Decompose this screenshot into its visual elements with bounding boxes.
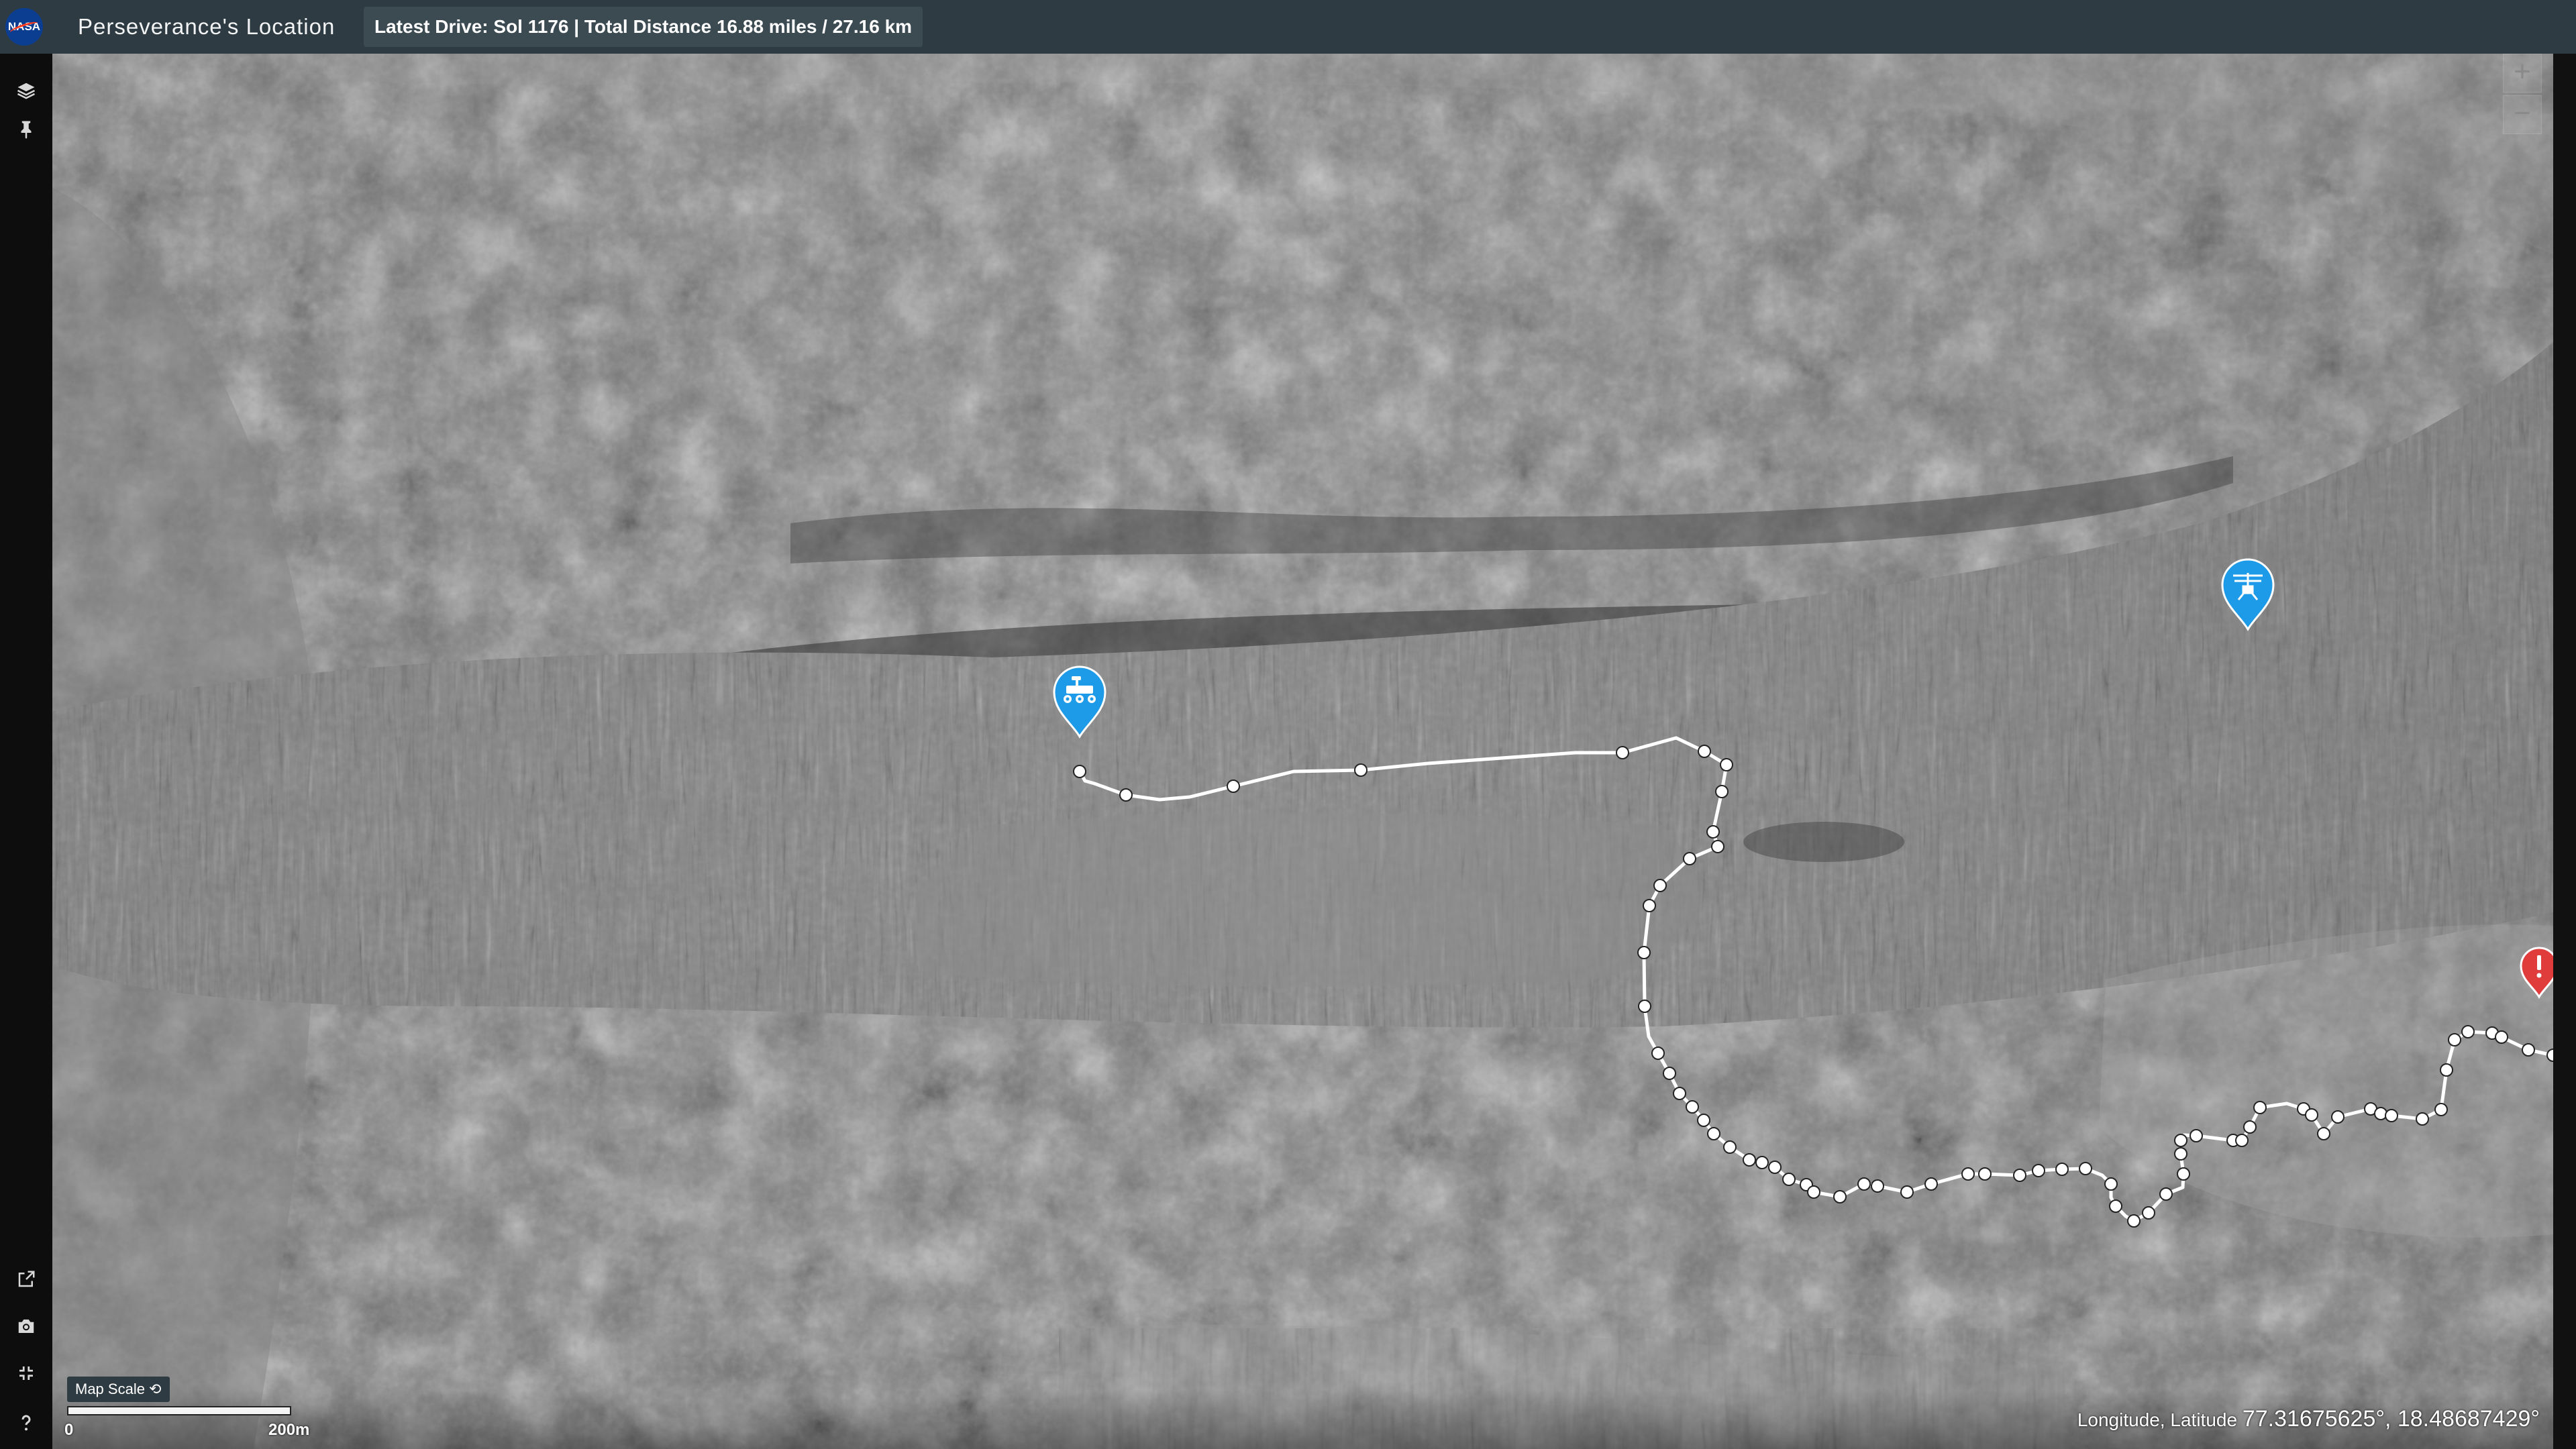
- traverse-waypoint[interactable]: [2385, 1109, 2398, 1122]
- zoom-in-button[interactable]: +: [2503, 54, 2542, 93]
- pin-icon: [21, 121, 32, 139]
- traverse-waypoint[interactable]: [2305, 1108, 2318, 1122]
- mars-terrain-imagery: [52, 54, 2553, 1449]
- coordinate-label: Longitude, Latitude: [2077, 1409, 2238, 1430]
- traverse-waypoint[interactable]: [1651, 1046, 1665, 1060]
- traverse-waypoint[interactable]: [1653, 879, 1667, 892]
- traverse-waypoint[interactable]: [1683, 852, 1696, 865]
- traverse-waypoint[interactable]: [1807, 1185, 1820, 1199]
- coordinate-value: 77.31675625°, 18.48687429°: [2242, 1406, 2540, 1432]
- traverse-waypoint[interactable]: [1686, 1100, 1699, 1114]
- map-view[interactable]: + −: [52, 54, 2553, 1449]
- traverse-waypoint[interactable]: [2079, 1162, 2092, 1175]
- traverse-waypoint[interactable]: [2461, 1025, 2475, 1038]
- map-scale-button[interactable]: Map Scale ⟲: [67, 1377, 170, 1402]
- traverse-waypoint[interactable]: [1698, 745, 1711, 758]
- traverse-waypoint[interactable]: [2104, 1177, 2118, 1191]
- top-bar: NASA Perseverance's Location Latest Driv…: [0, 0, 2576, 54]
- fullscreen-button[interactable]: [9, 1356, 43, 1390]
- latest-drive-info: Latest Drive: Sol 1176 | Total Distance …: [364, 7, 923, 47]
- traverse-waypoint[interactable]: [1227, 780, 1240, 793]
- nasa-logo[interactable]: NASA: [5, 8, 43, 46]
- camera-icon: [18, 1320, 34, 1333]
- traverse-waypoint[interactable]: [1768, 1161, 1782, 1174]
- traverse-waypoint[interactable]: [1924, 1177, 1938, 1191]
- traverse-waypoint[interactable]: [2174, 1134, 2187, 1147]
- traverse-waypoint[interactable]: [1706, 825, 1720, 839]
- traverse-waypoint[interactable]: [1643, 899, 1656, 912]
- traverse-waypoint[interactable]: [1743, 1153, 1756, 1167]
- zoom-out-button[interactable]: −: [2503, 95, 2542, 134]
- traverse-waypoint[interactable]: [1073, 765, 1086, 778]
- traverse-waypoint[interactable]: [2127, 1214, 2141, 1228]
- traverse-waypoint[interactable]: [1961, 1167, 1975, 1181]
- traverse-waypoint[interactable]: [1663, 1067, 1676, 1080]
- external-link-button[interactable]: [9, 1263, 43, 1296]
- traverse-waypoint[interactable]: [1637, 946, 1651, 959]
- perseverance-rover-marker[interactable]: [1051, 664, 1108, 739]
- traverse-waypoint[interactable]: [1697, 1114, 1710, 1127]
- traverse-waypoint[interactable]: [1616, 746, 1629, 759]
- traverse-waypoint[interactable]: [1871, 1179, 1884, 1193]
- traverse-waypoint[interactable]: [2495, 1030, 2508, 1044]
- traverse-waypoint[interactable]: [1720, 758, 1733, 771]
- traverse-waypoint[interactable]: [2448, 1033, 2461, 1046]
- traverse-waypoint[interactable]: [1119, 788, 1133, 802]
- traverse-waypoint[interactable]: [1782, 1173, 1796, 1186]
- left-toolbar: [0, 54, 52, 1449]
- traverse-waypoint[interactable]: [1715, 785, 1729, 798]
- external-link-icon: [18, 1271, 35, 1287]
- traverse-waypoint[interactable]: [2109, 1199, 2122, 1213]
- help-icon: [21, 1415, 31, 1431]
- traverse-waypoint[interactable]: [2253, 1101, 2267, 1114]
- ingenuity-helicopter-marker[interactable]: [2220, 557, 2276, 632]
- traverse-waypoint[interactable]: [1711, 840, 1724, 853]
- traverse-waypoint[interactable]: [2416, 1112, 2429, 1126]
- alert-icon: [2536, 955, 2542, 978]
- scale-bar: [67, 1406, 291, 1415]
- traverse-waypoint[interactable]: [1638, 1000, 1651, 1013]
- help-button[interactable]: [9, 1406, 43, 1440]
- traverse-waypoint[interactable]: [2434, 1103, 2448, 1116]
- traverse-waypoint[interactable]: [1673, 1087, 1686, 1100]
- traverse-waypoint[interactable]: [2189, 1129, 2203, 1142]
- traverse-waypoint[interactable]: [2235, 1134, 2249, 1147]
- pin-button[interactable]: [9, 113, 43, 146]
- scale-end-label: 200m: [268, 1421, 310, 1439]
- traverse-waypoint[interactable]: [2174, 1147, 2187, 1161]
- traverse-waypoint[interactable]: [2331, 1110, 2345, 1124]
- layers-icon: [17, 83, 36, 99]
- screenshot-button[interactable]: [9, 1309, 43, 1343]
- traverse-waypoint[interactable]: [1900, 1185, 1914, 1199]
- traverse-waypoint[interactable]: [2055, 1163, 2069, 1176]
- fullscreen-icon: [19, 1366, 33, 1380]
- traverse-waypoint[interactable]: [1833, 1190, 1847, 1203]
- page-title: Perseverance's Location: [78, 14, 336, 39]
- traverse-waypoint[interactable]: [1857, 1177, 1871, 1191]
- traverse-waypoint[interactable]: [1354, 763, 1368, 777]
- traverse-waypoint[interactable]: [2546, 1049, 2553, 1062]
- alert-marker[interactable]: [2519, 946, 2553, 1000]
- scale-start-label: 0: [64, 1421, 74, 1439]
- traverse-waypoint[interactable]: [2243, 1120, 2257, 1134]
- layers-button[interactable]: [9, 74, 43, 107]
- traverse-waypoint[interactable]: [1723, 1140, 1737, 1154]
- map-edge-strip: [2553, 54, 2576, 1449]
- coordinate-readout: Longitude, Latitude 77.31675625°, 18.486…: [2077, 1406, 2540, 1432]
- traverse-waypoint[interactable]: [2013, 1169, 2026, 1182]
- traverse-waypoint[interactable]: [2374, 1107, 2387, 1120]
- traverse-waypoint[interactable]: [2159, 1187, 2173, 1201]
- traverse-waypoint[interactable]: [2440, 1063, 2453, 1077]
- traverse-waypoint[interactable]: [2317, 1127, 2330, 1140]
- traverse-waypoint[interactable]: [2177, 1167, 2190, 1181]
- traverse-waypoint[interactable]: [2522, 1043, 2535, 1057]
- traverse-waypoint[interactable]: [2032, 1164, 2045, 1177]
- traverse-waypoint[interactable]: [2142, 1206, 2155, 1220]
- traverse-waypoint[interactable]: [1707, 1127, 1720, 1140]
- traverse-waypoint[interactable]: [1978, 1167, 1992, 1181]
- traverse-waypoint[interactable]: [1755, 1156, 1769, 1169]
